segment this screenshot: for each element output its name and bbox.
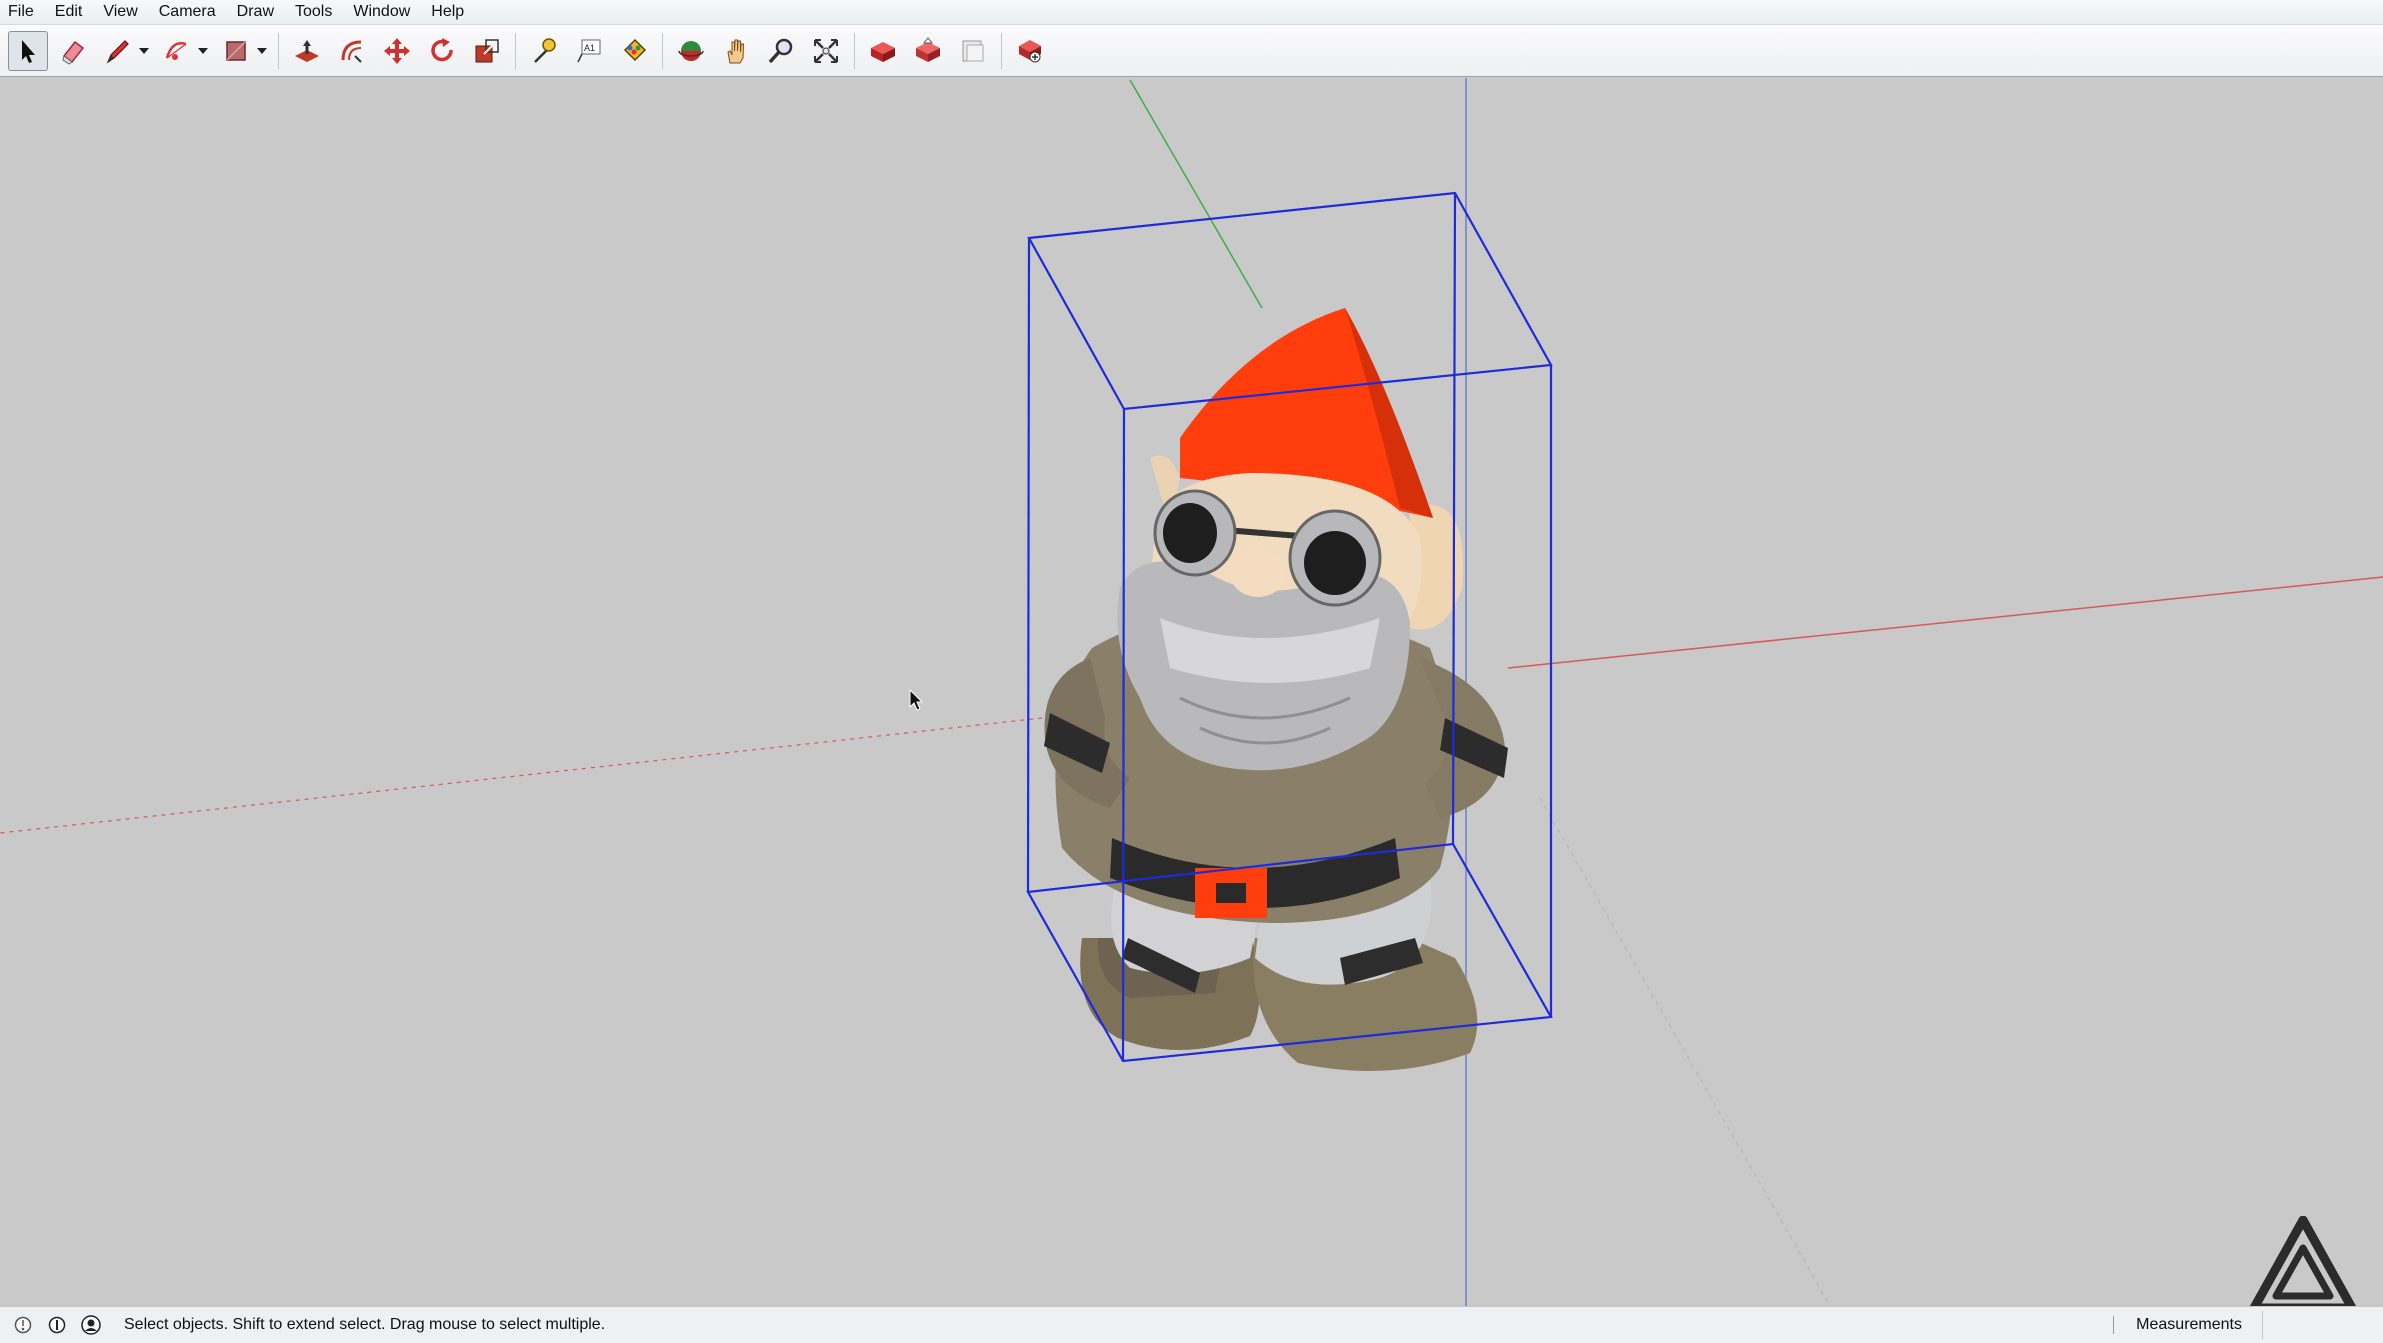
measurements-input[interactable] <box>2262 1311 2383 1339</box>
warehouse-tool-button[interactable] <box>863 31 903 71</box>
scale-tool-button[interactable] <box>467 31 507 71</box>
offset-tool-button[interactable] <box>332 31 372 71</box>
shape-tool-dropdown[interactable] <box>255 31 269 71</box>
offset-icon <box>341 40 362 63</box>
orbit-tool-button[interactable] <box>671 31 711 71</box>
pan-tool-button[interactable] <box>716 31 756 71</box>
move-tool-button[interactable] <box>377 31 417 71</box>
svg-text:A1: A1 <box>584 43 595 53</box>
toolbar-separator <box>854 32 855 69</box>
green-axis-negative <box>1539 797 1831 1306</box>
paint-bucket-tool-button[interactable] <box>614 31 654 71</box>
menu-tools[interactable]: Tools <box>287 0 345 24</box>
text-icon: A1 <box>577 39 601 62</box>
share-model-tool-button[interactable] <box>908 31 948 71</box>
move-icon <box>384 37 410 64</box>
rotate-icon <box>431 37 453 61</box>
zoom-extents-icon <box>814 38 838 63</box>
scale-icon <box>475 38 499 62</box>
paint-bucket-icon <box>623 38 647 61</box>
menu-edit[interactable]: Edit <box>47 0 96 24</box>
push-pull-icon <box>295 39 319 62</box>
main-toolbar: A1 <box>0 25 2383 77</box>
zoom-tool-button[interactable] <box>761 31 801 71</box>
red-axis-positive <box>1507 576 2383 669</box>
toolbar-separator <box>515 32 516 69</box>
arrow-cursor-icon <box>22 39 35 63</box>
share-model-icon <box>916 36 940 62</box>
pencil-icon <box>106 39 129 64</box>
toolbar-separator <box>1001 32 1002 69</box>
measurements-label: Measurements <box>2113 1316 2262 1334</box>
measurements-box: Measurements <box>2113 1307 2383 1343</box>
line-tool-button[interactable] <box>98 31 138 71</box>
warehouse-icon <box>871 41 895 62</box>
extension-warehouse-tool-button[interactable] <box>1010 31 1050 71</box>
geolocation-icon[interactable] <box>12 1314 34 1336</box>
gnome-model[interactable] <box>1044 308 1508 1071</box>
menu-window[interactable]: Window <box>345 0 423 24</box>
toolbar-separator <box>662 32 663 69</box>
text-tool-button[interactable]: A1 <box>569 31 609 71</box>
select-tool-button[interactable] <box>8 30 48 71</box>
orbit-icon <box>678 40 704 61</box>
rectangle-icon <box>226 40 246 61</box>
magnifier-icon <box>768 38 793 63</box>
mouse-cursor-icon <box>909 689 924 711</box>
menu-file[interactable]: File <box>0 0 47 24</box>
tape-measure-tool-button[interactable] <box>524 31 564 71</box>
arc-tool-button[interactable] <box>157 31 197 71</box>
eraser-icon <box>62 40 85 65</box>
modeling-viewport[interactable] <box>0 78 2383 1306</box>
status-message: Select objects. Shift to extend select. … <box>124 1316 606 1333</box>
layout-tool-button[interactable] <box>953 31 993 71</box>
watermark-logo-icon <box>2249 1216 2357 1313</box>
red-axis-negative <box>0 715 1061 834</box>
rotate-tool-button[interactable] <box>422 31 462 71</box>
toolbar-separator <box>278 32 279 69</box>
scene-canvas <box>0 78 2383 1306</box>
menu-view[interactable]: View <box>95 0 150 24</box>
menu-camera[interactable]: Camera <box>151 0 229 24</box>
hand-icon <box>727 39 745 63</box>
user-account-icon[interactable] <box>80 1314 102 1336</box>
status-bar: Select objects. Shift to extend select. … <box>0 1306 2383 1343</box>
zoom-extents-tool-button[interactable] <box>806 31 846 71</box>
chevron-down-icon <box>198 47 208 54</box>
chevron-down-icon <box>139 47 149 54</box>
eraser-tool-button[interactable] <box>53 31 93 71</box>
extension-warehouse-icon <box>1019 39 1041 62</box>
arc-icon <box>165 41 187 60</box>
menu-help[interactable]: Help <box>423 0 477 24</box>
menu-draw[interactable]: Draw <box>229 0 287 24</box>
arc-tool-dropdown[interactable] <box>196 31 210 71</box>
menu-bar: File Edit View Camera Draw Tools Window … <box>0 0 2383 25</box>
chevron-down-icon <box>257 47 267 54</box>
push-pull-tool-button[interactable] <box>287 31 327 71</box>
line-tool-dropdown[interactable] <box>137 31 151 71</box>
shape-tool-button[interactable] <box>216 31 256 71</box>
tape-measure-icon <box>534 37 556 63</box>
green-axis-positive <box>1129 79 1263 309</box>
credits-icon[interactable] <box>46 1314 68 1336</box>
layout-icon <box>962 40 984 61</box>
